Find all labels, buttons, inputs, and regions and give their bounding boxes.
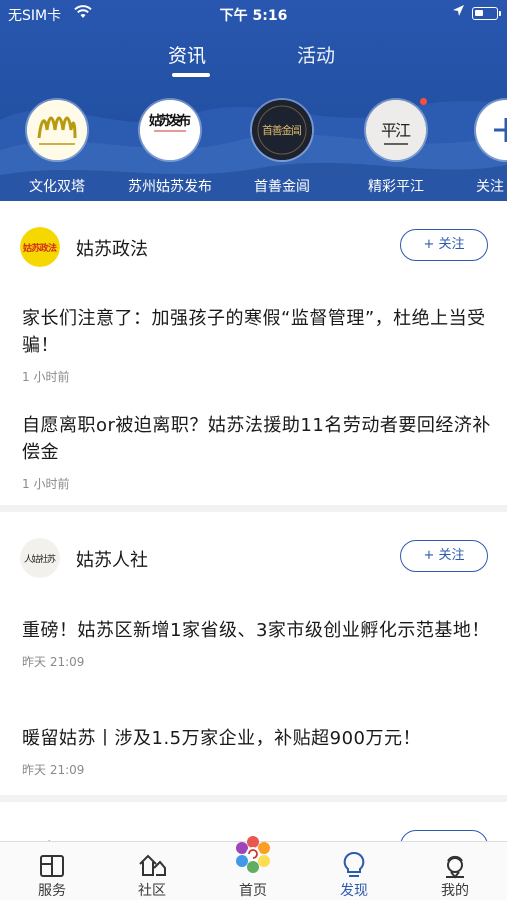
account-name[interactable]: 姑苏政法 xyxy=(76,235,148,261)
top-tabs: 资讯 活动 xyxy=(0,38,507,82)
pingjiang-logo-text: 平江 xyxy=(381,121,411,140)
account-card: 姑苏政法 姑苏政法 + 关注 家长们注意了：加强孩子的寒假“监督管理”，杜绝上当… xyxy=(0,201,507,505)
gusu-fabu-logo-text: 姑苏发布 xyxy=(149,113,191,129)
article-item[interactable]: 家长们注意了：加强孩子的寒假“监督管理”，杜绝上当受骗！ 1 小时前 xyxy=(22,305,492,385)
tab-home[interactable]: 首页 xyxy=(213,836,293,900)
feed: 姑苏政法 姑苏政法 + 关注 家长们注意了：加强孩子的寒假“监督管理”，杜绝上当… xyxy=(0,201,507,841)
header: 无SIM卡 下午 5:16 资讯 活动 文化双塔 姑苏发布 苏州姑苏发布 首善金… xyxy=(0,0,507,201)
tab-label: 服务 xyxy=(38,883,66,899)
active-tab-indicator xyxy=(172,73,210,77)
avatar-text: 姑苏政法 xyxy=(23,242,57,254)
account-header: 人姑社苏 姑苏人社 + 关注 xyxy=(0,512,507,592)
shoushan-jinchang-logo: 首善金阊 xyxy=(252,100,312,160)
article-title: 自愿离职or被迫离职？姑苏法援助11名劳动者要回经济补偿金 xyxy=(22,415,491,463)
article-time: 昨天 21:09 xyxy=(22,763,85,777)
location-arrow-icon xyxy=(452,4,465,21)
home-logo-icon xyxy=(236,836,270,873)
status-bar: 无SIM卡 下午 5:16 xyxy=(0,0,507,28)
article-title: 家长们注意了：加强孩子的寒假“监督管理”，杜绝上当受骗！ xyxy=(22,308,486,356)
channel-label: 文化双塔 xyxy=(29,179,85,195)
article-item[interactable]: 自愿离职or被迫离职？姑苏法援助11名劳动者要回经济补偿金 1 小时前 xyxy=(22,412,492,492)
article-item[interactable]: 重磅！姑苏区新增1家省级、3家市级创业孵化示范基地！ 昨天 21:09 xyxy=(22,617,492,670)
account-name[interactable]: 姑苏人社 xyxy=(76,546,148,572)
clock: 下午 5:16 xyxy=(219,8,288,24)
tab-profile[interactable]: 我的 xyxy=(415,842,495,900)
tab-label: 我的 xyxy=(441,883,469,899)
avatar-text: 人姑社苏 xyxy=(24,553,56,565)
channel-strip: 文化双塔 姑苏发布 苏州姑苏发布 首善金阊 首善金阊 平江 精彩平江 关注 xyxy=(0,98,507,200)
article-time: 1 小时前 xyxy=(22,370,70,384)
tab-label: 发现 xyxy=(340,883,368,899)
follow-button[interactable]: + 关注 xyxy=(400,229,488,261)
bottom-tab-bar: 服务 社区 首页 发现 我的 xyxy=(0,836,507,900)
account-card: 人姑社苏 姑苏人社 + 关注 重磅！姑苏区新增1家省级、3家市级创业孵化示范基地… xyxy=(0,512,507,795)
channel-label: 关注 xyxy=(476,179,504,195)
community-icon xyxy=(139,854,166,876)
tab-label: 社区 xyxy=(138,883,166,899)
article-time: 昨天 21:09 xyxy=(22,655,85,669)
follow-button[interactable]: + 关注 xyxy=(400,540,488,572)
tab-label: 首页 xyxy=(239,883,267,899)
avatar[interactable]: 姑苏政法 xyxy=(20,227,60,267)
article-title: 暖留姑苏丨涉及1.5万家企业，补贴超900万元！ xyxy=(22,728,421,749)
plus-icon xyxy=(476,100,507,160)
tab-news[interactable]: 资讯 xyxy=(168,41,206,68)
channel-label: 首善金阊 xyxy=(254,179,310,195)
pingjiang-logo: 平江 xyxy=(366,100,426,160)
channel-label: 精彩平江 xyxy=(368,179,424,195)
discover-bulb-icon xyxy=(343,851,365,877)
profile-icon xyxy=(446,855,464,879)
channel-wenhua-shuangta[interactable]: 文化双塔 xyxy=(14,100,100,196)
gusu-fabu-logo: 姑苏发布 xyxy=(140,100,200,160)
account-header: 姑苏政法 姑苏政法 + 关注 xyxy=(0,201,507,281)
wenhua-shuangta-logo xyxy=(27,100,87,160)
service-icon xyxy=(40,855,64,877)
channel-shoushan-jinchang[interactable]: 首善金阊 首善金阊 xyxy=(240,100,324,196)
new-content-badge xyxy=(420,98,427,105)
battery-icon xyxy=(472,7,501,20)
avatar[interactable]: 人姑社苏 xyxy=(20,538,60,578)
article-item[interactable]: 暖留姑苏丨涉及1.5万家企业，补贴超900万元！ 昨天 21:09 xyxy=(22,725,492,778)
tab-discover[interactable]: 发现 xyxy=(314,842,394,900)
tab-community[interactable]: 社区 xyxy=(112,842,192,900)
avatar[interactable] xyxy=(20,830,60,841)
article-title: 重磅！姑苏区新增1家省级、3家市级创业孵化示范基地！ xyxy=(22,620,490,641)
channel-gusu-fabu[interactable]: 姑苏发布 苏州姑苏发布 xyxy=(118,100,222,196)
channel-label: 苏州姑苏发布 xyxy=(128,179,212,195)
tab-service[interactable]: 服务 xyxy=(12,842,92,900)
tab-activity[interactable]: 活动 xyxy=(297,41,335,68)
follow-button[interactable] xyxy=(400,830,488,841)
channel-follow-more[interactable]: 关注 xyxy=(470,100,507,196)
shoushan-jinchang-logo-text: 首善金阊 xyxy=(262,123,302,137)
channel-jingcai-pingjiang[interactable]: 平江 精彩平江 xyxy=(354,98,438,196)
article-time: 1 小时前 xyxy=(22,477,70,491)
